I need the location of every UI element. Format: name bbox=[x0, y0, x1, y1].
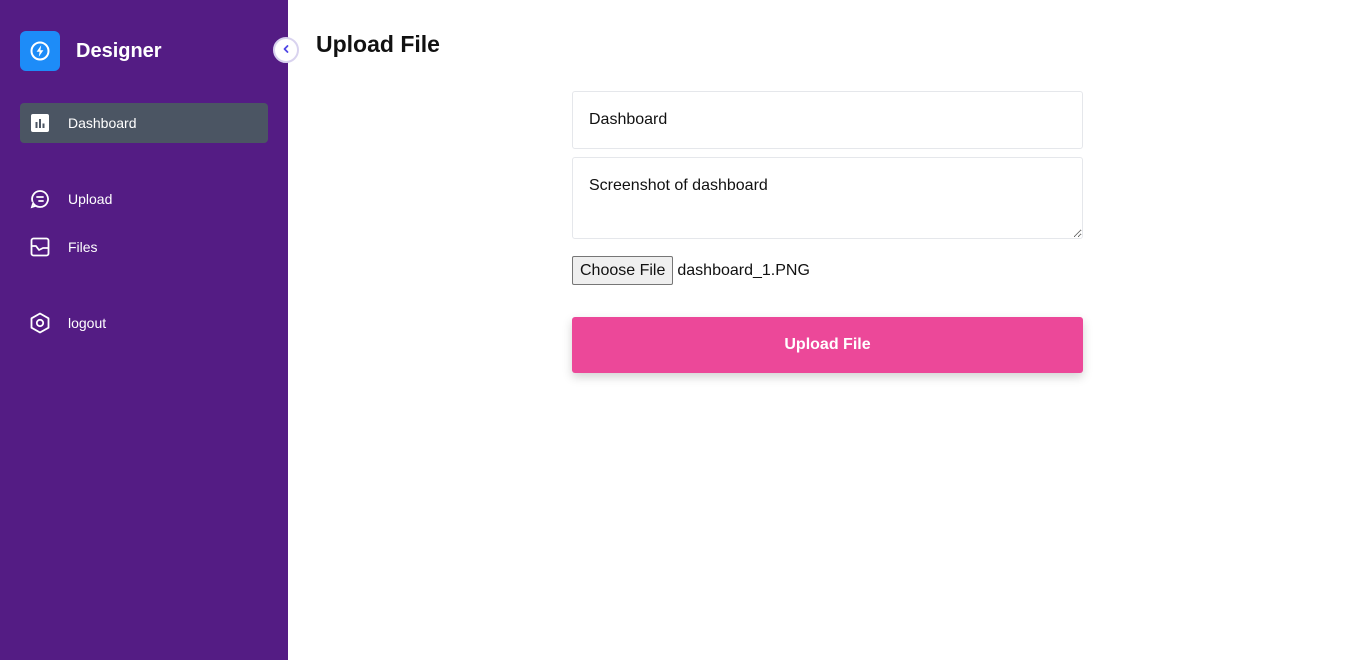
sidebar-item-upload[interactable]: Upload bbox=[20, 179, 268, 219]
upload-file-button[interactable]: Upload File bbox=[572, 317, 1083, 373]
brand[interactable]: Designer bbox=[20, 31, 162, 71]
upload-form: Screenshot of dashboard Choose File dash… bbox=[572, 91, 1083, 373]
selected-file-name: dashboard_1.PNG bbox=[677, 261, 810, 279]
sidebar-item-label: logout bbox=[68, 315, 107, 331]
hexagon-icon bbox=[29, 312, 51, 334]
title-input[interactable] bbox=[572, 91, 1083, 149]
file-picker: Choose File dashboard_1.PNG bbox=[572, 256, 1083, 285]
bar-chart-icon bbox=[29, 112, 51, 134]
page-title: Upload File bbox=[316, 31, 440, 57]
sidebar-item-label: Dashboard bbox=[68, 115, 137, 131]
sidebar-item-files[interactable]: Files bbox=[20, 227, 268, 267]
sidebar-collapse-button[interactable] bbox=[273, 37, 299, 63]
choose-file-button[interactable]: Choose File bbox=[572, 256, 674, 285]
sidebar: Designer Dashboard Upload Files logout bbox=[0, 0, 288, 660]
files-icon bbox=[29, 236, 51, 258]
sidebar-item-label: Files bbox=[68, 239, 98, 255]
upload-icon bbox=[29, 188, 51, 210]
chevron-left-icon bbox=[281, 41, 291, 59]
description-textarea[interactable]: Screenshot of dashboard bbox=[572, 157, 1083, 239]
sidebar-item-logout[interactable]: logout bbox=[20, 303, 268, 343]
brand-name: Designer bbox=[76, 39, 162, 62]
sidebar-item-dashboard[interactable]: Dashboard bbox=[20, 103, 268, 143]
sidebar-item-label: Upload bbox=[68, 191, 113, 207]
bolt-icon bbox=[20, 31, 60, 71]
